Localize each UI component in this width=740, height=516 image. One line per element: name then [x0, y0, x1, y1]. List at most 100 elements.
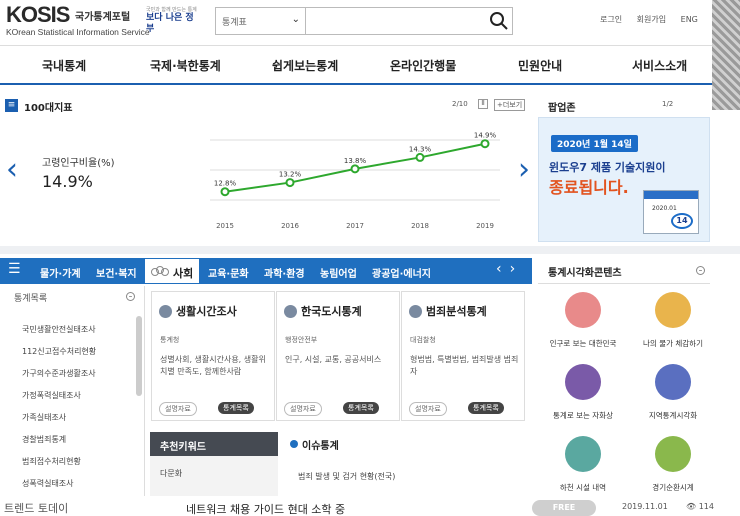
- list-item[interactable]: 범죄접수처리현황: [22, 456, 81, 467]
- menu-icon[interactable]: ☰: [8, 261, 21, 277]
- search-button[interactable]: [488, 10, 510, 32]
- tab-mining-energy[interactable]: 광공업·에너지: [372, 265, 431, 280]
- indicator-next-button[interactable]: ›: [518, 152, 530, 187]
- chart-data-label: 14.3%: [409, 145, 432, 153]
- visual-item-label[interactable]: 인구로 보는 대한민국: [543, 338, 623, 349]
- survey-card[interactable]: 범죄분석통계 대검찰청 형법범, 특별법범, 범죄발생 범죄자 설명자료 통계목…: [401, 291, 525, 421]
- search-category-select[interactable]: 통계표 ⌄: [216, 8, 306, 34]
- population-icon[interactable]: [565, 292, 601, 328]
- indicator-more-button[interactable]: +더보기: [494, 99, 526, 111]
- portrait-icon[interactable]: [565, 364, 601, 400]
- visual-item-label[interactable]: 통계로 보는 자화상: [543, 410, 623, 421]
- list-item[interactable]: 112신고접수처리현황: [22, 346, 96, 357]
- survey-card[interactable]: 생활시간조사 통계청 성별사회, 생활시간사용, 생활위치별 만족도, 함께한사…: [151, 291, 275, 421]
- nav-civil-service[interactable]: 민원안내: [518, 57, 562, 74]
- main-nav: 국내통계 국제·북한통계 쉽게보는통계 온라인간행물 민원안내 서비스소개: [0, 45, 712, 85]
- nav-online-publications[interactable]: 온라인간행물: [390, 57, 456, 74]
- nav-domestic-stats[interactable]: 국내통계: [42, 57, 86, 74]
- list-item[interactable]: 성폭력실태조사: [22, 478, 74, 489]
- logo-korean: 국가통계포털: [75, 12, 131, 23]
- tab-price-household[interactable]: 물가·가계: [40, 265, 81, 280]
- chevron-down-icon: ⌄: [291, 14, 300, 25]
- chart-data-label: 12.8%: [214, 180, 237, 188]
- survey-card[interactable]: 한국도시통계 행정안전부 인구, 시설, 교통, 공공서비스 설명자료 통계목록: [276, 291, 400, 421]
- calendar-top: [644, 191, 698, 199]
- government-slogan: 국민과 함께 만드는 통계 보다 나은 정부: [146, 7, 200, 35]
- chart-point[interactable]: [285, 178, 295, 188]
- chart-data-label: 13.8%: [344, 157, 367, 165]
- tab-agriculture[interactable]: 농림어업: [320, 265, 357, 280]
- category-tab-bar: ☰ 물가·가계 보건·복지 사회 교육·문화 과학·환경 농림어업 광공업·에너…: [0, 258, 532, 284]
- card-info-button[interactable]: 설명자료: [409, 402, 447, 416]
- english-link[interactable]: ENG: [681, 15, 698, 24]
- card-department: 행정안전부: [285, 336, 318, 344]
- calendar-icon: 2020.01 14: [643, 190, 699, 234]
- list-item[interactable]: 국민생활안전실태조사: [22, 324, 96, 335]
- map-icon[interactable]: [655, 364, 691, 400]
- collapse-button[interactable]: –: [126, 292, 135, 301]
- ticker-headline[interactable]: 네트워크 채용 가이드 현대 소학 중: [186, 501, 345, 516]
- popup-zone-page: 1/2: [662, 100, 674, 108]
- card-title: 한국도시통계: [301, 305, 362, 318]
- card-list-button[interactable]: 통계목록: [343, 402, 379, 414]
- search-input[interactable]: [308, 10, 478, 32]
- popup-banner[interactable]: 2020년 1월 14일 윈도우7 제품 기술지원이 종료됩니다. 2020.0…: [538, 117, 710, 242]
- clock-icon[interactable]: [655, 436, 691, 472]
- tab-education-culture[interactable]: 교육·문화: [208, 265, 249, 280]
- card-title: 범죄분석통계: [426, 305, 487, 318]
- visual-item-label[interactable]: 나의 물가 체감하기: [633, 338, 713, 349]
- pause-button[interactable]: ll: [478, 99, 488, 109]
- card-info-button[interactable]: 설명자료: [284, 402, 322, 416]
- card-description: 인구, 시설, 교통, 공공서비스: [285, 355, 382, 364]
- utility-links: 로그인 회원가입 ENG: [600, 14, 710, 25]
- chart-point[interactable]: [480, 139, 490, 149]
- indicator-line-chart: 12.8% 2015 13.2% 2016 13.8% 2017 14.3% 2018 14.9…: [210, 132, 500, 230]
- keyword-header: 추천키워드: [150, 432, 278, 456]
- view-count: 👁 114: [686, 502, 714, 511]
- visual-item-label[interactable]: 지역통계시각화: [633, 410, 713, 421]
- ticker-date: 2019.11.01: [622, 502, 668, 511]
- chart-x-tick-label: 2016: [281, 222, 299, 230]
- signup-link[interactable]: 회원가입: [637, 15, 666, 24]
- nav-easy-stats[interactable]: 쉽게보는통계: [272, 57, 338, 74]
- nav-international-stats[interactable]: 국제·북한통계: [150, 57, 221, 74]
- calendar-date: 2020.01: [652, 205, 677, 212]
- chart-point[interactable]: [415, 152, 425, 162]
- card-list-button[interactable]: 통계목록: [218, 402, 254, 414]
- river-icon[interactable]: [565, 436, 601, 472]
- survey-icon: [409, 305, 422, 318]
- logo-subtitle: KOrean Statistical Information Service: [6, 27, 150, 37]
- list-icon: ≡: [5, 99, 18, 112]
- indicator-value: 14.9%: [42, 172, 93, 191]
- login-link[interactable]: 로그인: [600, 15, 622, 24]
- side-ad-strip: [712, 0, 740, 110]
- chart-point[interactable]: [350, 164, 360, 174]
- chart-x-tick-label: 2018: [411, 222, 429, 230]
- visual-item-label[interactable]: 경기순환시계: [633, 482, 713, 493]
- price-basket-icon[interactable]: [655, 292, 691, 328]
- kosis-logo[interactable]: KOSIS: [6, 2, 70, 28]
- card-department: 대검찰청: [410, 336, 436, 344]
- indicator-prev-button[interactable]: ‹: [6, 152, 18, 187]
- nav-service-intro[interactable]: 서비스소개: [632, 57, 687, 74]
- tab-society[interactable]: 사회: [144, 258, 200, 284]
- chart-point[interactable]: [220, 187, 230, 197]
- chart-x-tick-label: 2015: [216, 222, 234, 230]
- tab-health-welfare[interactable]: 보건·복지: [96, 265, 137, 280]
- keyword-item[interactable]: 다문화: [160, 468, 182, 479]
- tab-scroll-arrows[interactable]: ‹›: [496, 261, 523, 277]
- banner-date: 2020년 1월 14일: [551, 135, 638, 152]
- list-item[interactable]: 가구의수준과생활조사: [22, 368, 96, 379]
- visual-item-label[interactable]: 하천 시설 내역: [543, 482, 623, 493]
- visual-contents-header: 통계시각화콘텐츠 –: [538, 258, 710, 284]
- list-item[interactable]: 가족실태조사: [22, 412, 66, 423]
- list-item[interactable]: 경찰범죄통계: [22, 434, 66, 445]
- chart-data-label: 14.9%: [474, 132, 497, 140]
- card-list-button[interactable]: 통계목록: [468, 402, 504, 414]
- card-info-button[interactable]: 설명자료: [159, 402, 197, 416]
- collapse-button[interactable]: –: [696, 266, 705, 275]
- tab-science-environment[interactable]: 과학·환경: [264, 265, 305, 280]
- stat-list-scrollbar[interactable]: [136, 316, 142, 396]
- list-item[interactable]: 가정폭력실태조사: [22, 390, 81, 401]
- issue-stats-item[interactable]: 범죄 발생 및 검거 현황(전국): [298, 471, 395, 482]
